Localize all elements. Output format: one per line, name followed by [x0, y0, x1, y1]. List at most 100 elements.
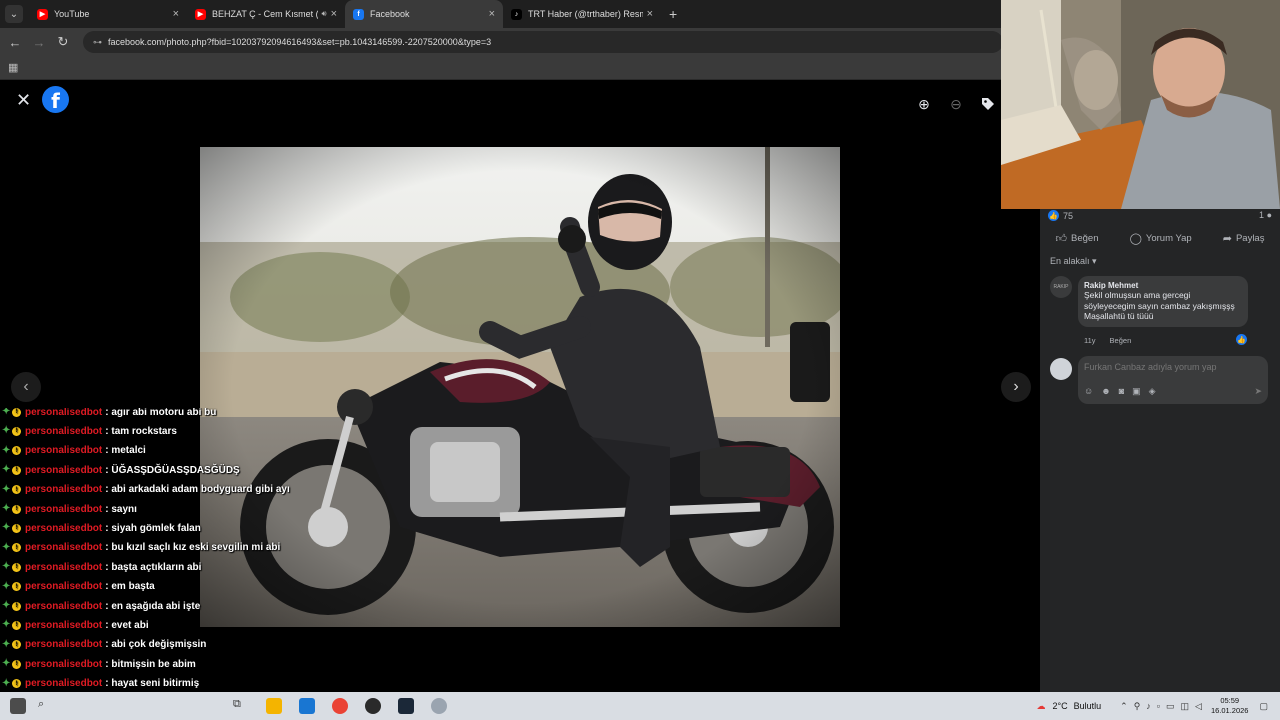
emoji-icon[interactable]: ☻	[1101, 386, 1110, 397]
weather-temp[interactable]: 2°C	[1053, 701, 1068, 711]
chat-username[interactable]: personalisedbot	[25, 484, 102, 495]
comment-bubble-icon: ●	[1266, 210, 1272, 220]
zoom-out-icon[interactable]: ⊖	[944, 92, 968, 116]
browser-tab[interactable]: ▶ YouTube ×	[29, 0, 187, 28]
tab-close-icon[interactable]: ×	[331, 8, 337, 20]
site-info-icon[interactable]: ⊶	[93, 37, 102, 48]
zoom-in-icon[interactable]: ⊕	[912, 92, 936, 116]
task-view-icon[interactable]: ⧉	[233, 698, 249, 714]
comment-label: Yorum Yap	[1145, 232, 1192, 244]
chat-text: : abi çok değişmişsin	[105, 639, 207, 651]
comment-bubble: Rakip Mehmet Şekil olmuşsun ama gercegi …	[1078, 276, 1248, 327]
usb-icon[interactable]: ⚲	[1134, 701, 1141, 712]
share-button[interactable]: ➦ Paylaş	[1223, 232, 1265, 245]
volume-icon[interactable]: ◁	[1195, 701, 1202, 712]
composer-tools: ☺ ☻ ◙ ▣ ◈	[1084, 386, 1156, 397]
tab-close-icon[interactable]: ×	[173, 8, 179, 20]
clock[interactable]: 05:59 16.01.2026	[1211, 696, 1249, 716]
youtube-icon: ▶	[37, 8, 48, 20]
tag-icon[interactable]	[976, 92, 1000, 116]
comment-age[interactable]: 11y	[1084, 336, 1096, 345]
clock-time: 05:59	[1220, 696, 1240, 705]
comment-like-reaction-icon[interactable]: 👍	[1236, 334, 1247, 345]
forward-button[interactable]: →	[27, 35, 51, 50]
chat-username[interactable]: personalisedbot	[25, 581, 102, 592]
alert-badge-icon: !	[12, 601, 21, 611]
screen: ⌄ ▶ YouTube × ▶ BEHZAT Ç - Cem Kısmet (P 🔊︎ × f…	[0, 0, 1280, 720]
search-icon[interactable]: ⌕	[38, 698, 54, 714]
reload-button[interactable]: ↻	[51, 34, 75, 50]
like-button[interactable]: 👍︎ Beğen	[1056, 232, 1099, 245]
comment-like-button[interactable]: Beğen	[1110, 336, 1132, 345]
avatar-sticker-icon[interactable]: ☺	[1084, 386, 1093, 397]
alert-badge-icon: !	[12, 485, 21, 495]
file-explorer-icon[interactable]	[266, 698, 282, 714]
speaker-icon[interactable]: 🔊︎	[322, 9, 327, 19]
microphone-icon[interactable]: ♪	[1146, 701, 1151, 711]
next-photo-button[interactable]: ›	[1001, 372, 1031, 402]
new-tab-button[interactable]: +	[669, 6, 677, 22]
reaction-summary[interactable]: 👍 75	[1048, 210, 1073, 221]
steam-icon[interactable]	[398, 698, 414, 714]
youtube-icon: ▶	[195, 8, 206, 20]
weather-label[interactable]: Bulutlu	[1074, 701, 1102, 711]
tab-close-icon[interactable]: ×	[489, 8, 495, 20]
apps-grid-icon[interactable]: ▦	[8, 61, 18, 74]
chat-username[interactable]: personalisedbot	[25, 426, 102, 437]
chat-text: : hayat seni bitirmiş	[105, 678, 200, 690]
back-button[interactable]: ←	[3, 35, 27, 50]
sticker-icon[interactable]: ◈	[1149, 386, 1156, 397]
chat-username[interactable]: personalisedbot	[25, 620, 102, 631]
moderator-badge-icon: ✦	[2, 561, 11, 573]
caret-down-icon: ▾	[1092, 256, 1097, 266]
alert-badge-icon: !	[12, 582, 21, 592]
browser-tab[interactable]: ♪ TRT Haber (@trthaber) Resmi | ×	[503, 0, 661, 28]
chat-username[interactable]: personalisedbot	[25, 562, 102, 573]
commenter-avatar[interactable]: RAKIP	[1050, 276, 1072, 298]
chat-username[interactable]: personalisedbot	[25, 408, 102, 418]
chat-username[interactable]: personalisedbot	[25, 504, 102, 515]
chrome-icon[interactable]	[332, 698, 348, 714]
chat-text: : ÜĞASŞDĞÜASŞDASĞÜDŞ	[105, 464, 240, 476]
chat-username[interactable]: personalisedbot	[25, 659, 102, 670]
tab-search-button[interactable]: ⌄	[5, 5, 23, 23]
chat-text: : metalci	[105, 445, 146, 457]
chat-username[interactable]: personalisedbot	[25, 678, 102, 689]
alert-badge-icon: !	[12, 620, 21, 630]
chat-username[interactable]: personalisedbot	[25, 542, 102, 553]
browser-tab[interactable]: ▶ BEHZAT Ç - Cem Kısmet (P 🔊︎ ×	[187, 0, 345, 28]
obs-icon[interactable]	[365, 698, 381, 714]
chevron-up-icon[interactable]: ⌃	[1120, 701, 1128, 712]
comment-sort-dropdown[interactable]: En alakalı ▾	[1050, 256, 1097, 267]
facebook-logo-icon[interactable]: f	[42, 86, 69, 113]
address-bar[interactable]: ⊶ facebook.com/photo.php?fbid=1020379209…	[83, 31, 1003, 53]
display-icon[interactable]: ▭	[1166, 701, 1175, 712]
chat-message: ✦! personalisedbot: ÜĞASŞDĞÜASŞDASĞÜDŞ	[2, 462, 240, 478]
camera-icon[interactable]: ◙	[1119, 386, 1124, 397]
start-icon[interactable]	[10, 698, 26, 714]
network-icon[interactable]: ◫	[1181, 701, 1190, 712]
taskbar: ⌕ ⧉ ☁ 2°C Bulutlu ⌃ ⚲ ♪ ▫ ▭ ◫ ◁ 05:59 16…	[0, 692, 1280, 720]
chat-message: ✦! personalisedbot: bitmişsin be abim	[2, 656, 196, 672]
tab-close-icon[interactable]: ×	[647, 8, 653, 20]
comment-button[interactable]: ◯ Yorum Yap	[1130, 232, 1192, 245]
app-icon[interactable]	[431, 698, 447, 714]
chat-username[interactable]: personalisedbot	[25, 639, 102, 650]
comment-input[interactable]	[1084, 362, 1260, 372]
close-icon[interactable]: ✕	[16, 90, 31, 111]
previous-photo-button[interactable]: ‹	[11, 372, 41, 402]
chat-username[interactable]: personalisedbot	[25, 523, 102, 534]
gif-icon[interactable]: ▣	[1132, 386, 1141, 397]
browser-tab[interactable]: f Facebook ×	[345, 0, 503, 28]
chat-username[interactable]: personalisedbot	[25, 465, 102, 476]
alert-badge-icon: !	[12, 659, 21, 669]
comment-count[interactable]: 1 ●	[1259, 210, 1272, 220]
facebook-icon: f	[353, 8, 364, 20]
outlook-icon[interactable]	[299, 698, 315, 714]
chat-username[interactable]: personalisedbot	[25, 601, 102, 612]
notifications-icon[interactable]: ▢	[1259, 701, 1268, 712]
camera-icon[interactable]: ▫	[1157, 701, 1160, 711]
comment-author[interactable]: Rakip Mehmet	[1084, 281, 1242, 290]
send-icon[interactable]: ➤	[1254, 386, 1262, 397]
chat-username[interactable]: personalisedbot	[25, 445, 102, 456]
